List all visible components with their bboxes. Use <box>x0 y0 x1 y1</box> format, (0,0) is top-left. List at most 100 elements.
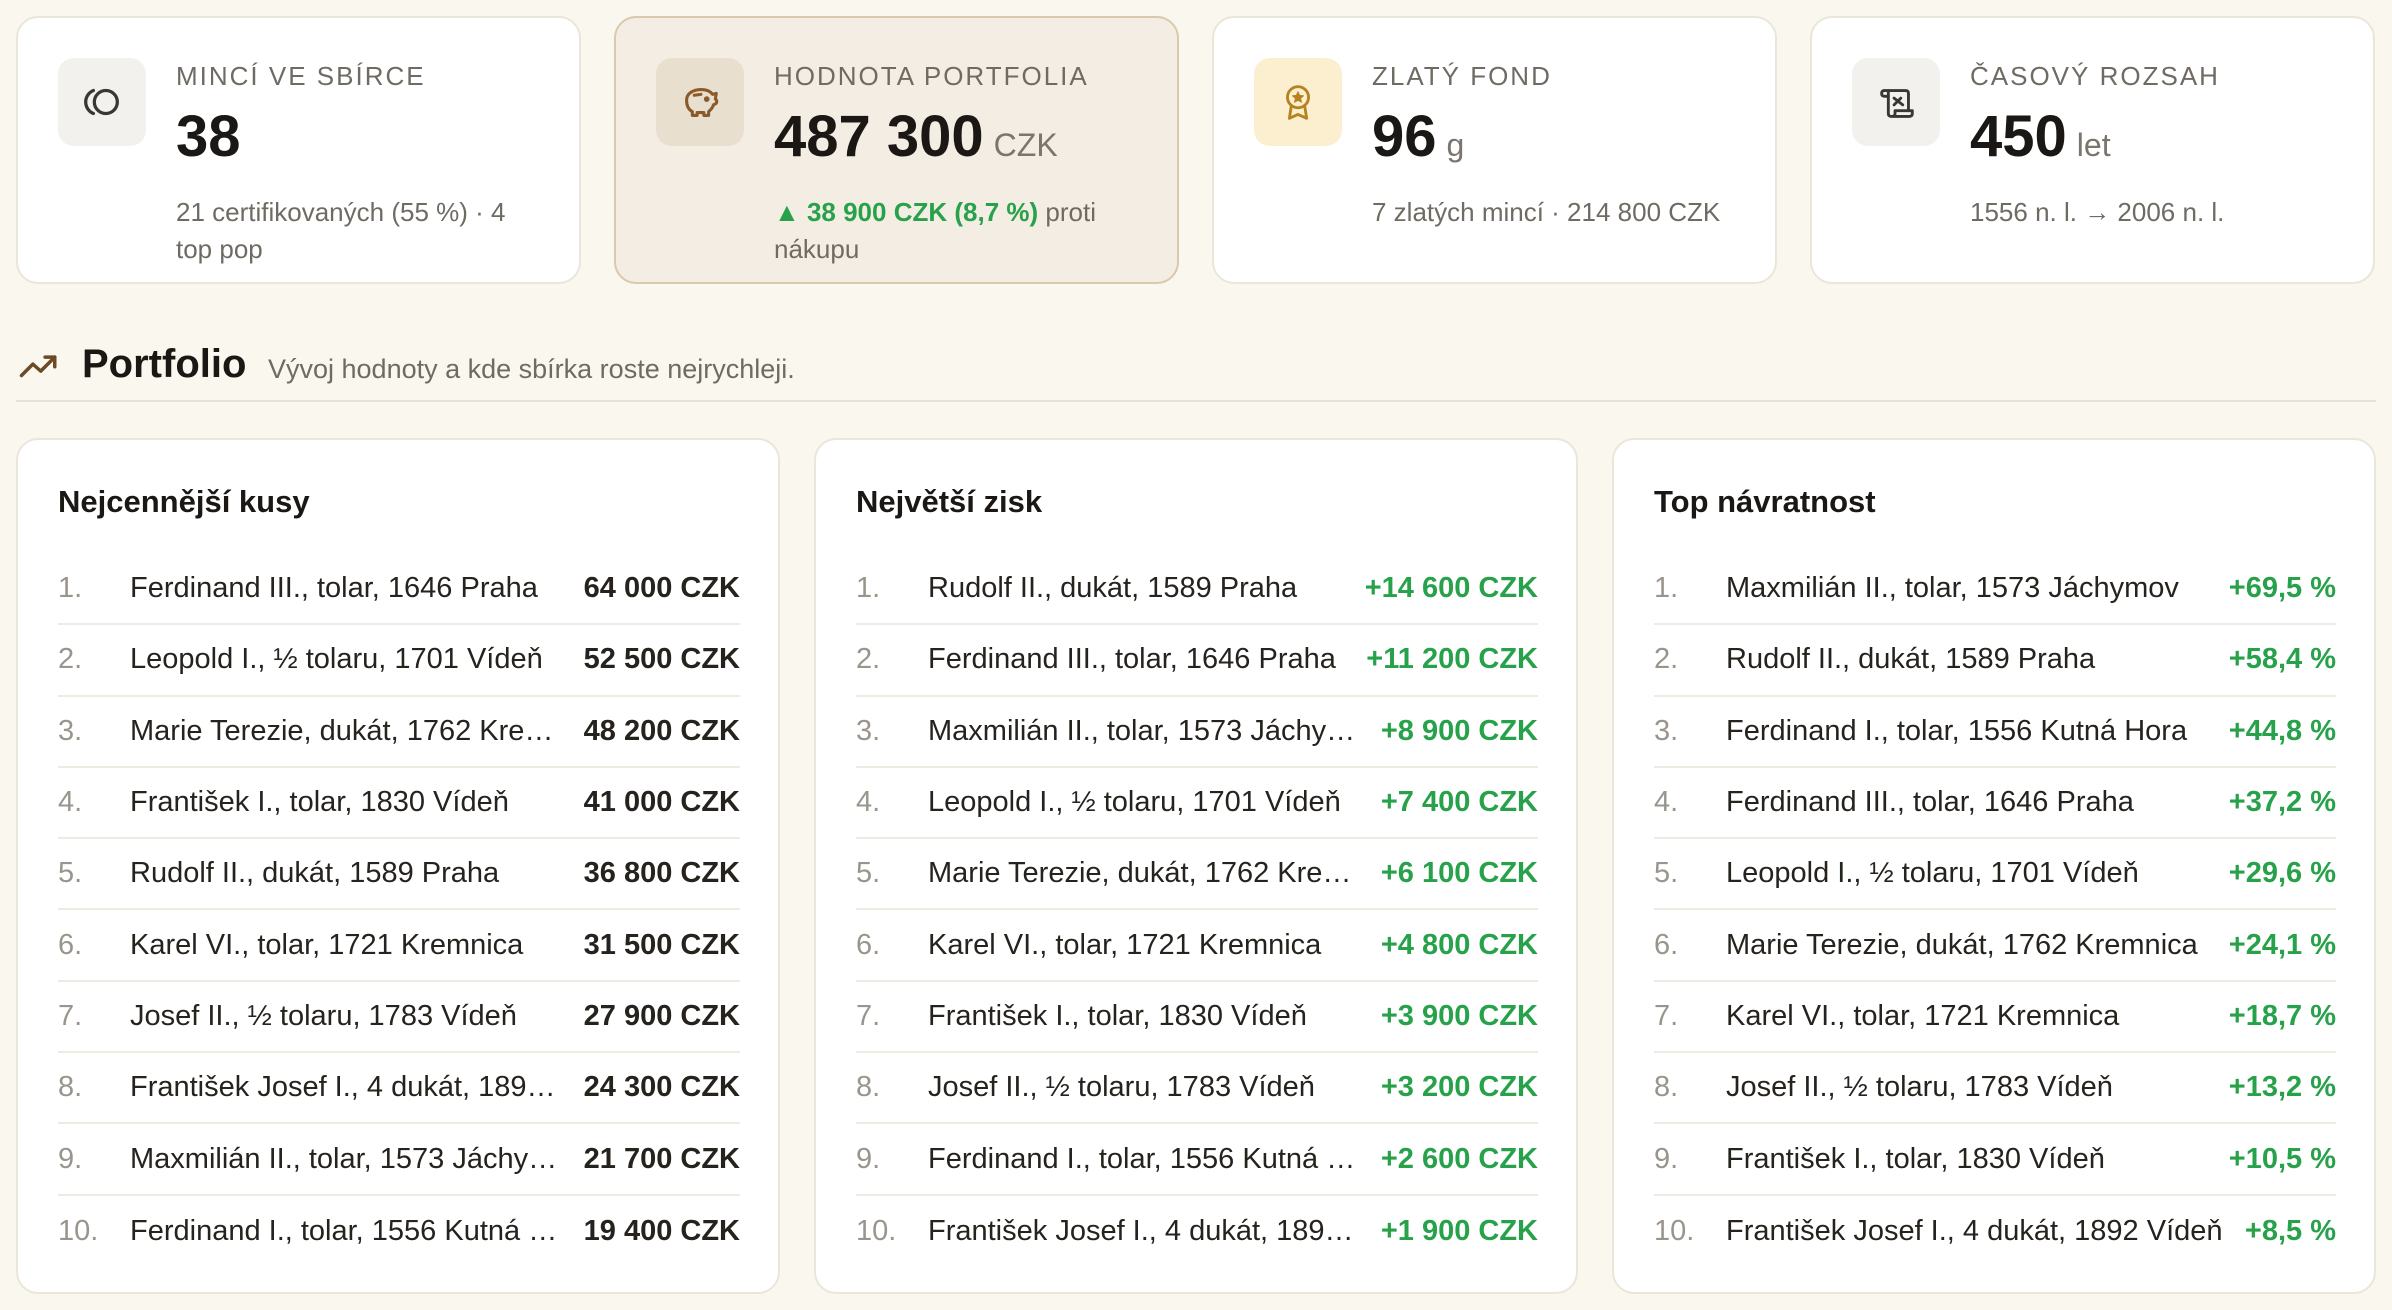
award-icon <box>1254 58 1342 146</box>
stat-label: MINCÍ VE SBÍRCE <box>176 61 426 91</box>
coin-name: Maxmilián II., tolar, 1573 Jáchymov <box>1726 572 2179 605</box>
coin-name: Rudolf II., dukát, 1589 Praha <box>1726 643 2096 676</box>
coin-value: +13,2 % <box>2228 1071 2336 1104</box>
table-row[interactable]: 1. Maxmilián II., tolar, 1573 Jáchymov +69… <box>1654 554 2336 626</box>
stat-unit: CZK <box>993 127 1058 163</box>
coin-name: Ferdinand III., tolar, 1646 Praha <box>1726 786 2134 819</box>
table-row[interactable]: 8. Josef II., ½ tolaru, 1783 Vídeň +13,2 % <box>1654 1053 2336 1125</box>
rank-number: 2. <box>856 643 881 676</box>
coin-value: +8 900 CZK <box>1380 714 1538 747</box>
stat-card-portfolio-value[interactable]: HODNOTA PORTFOLIA 487 300 CZK ▲ 38 900 CZ… <box>614 16 1179 284</box>
section-description: Vývoj hodnoty a kde sbírka roste nejrych… <box>268 354 795 384</box>
value-gain: ▲ 38 900 CZK (8,7 %) <box>774 197 1039 227</box>
rank-number: 8. <box>58 1071 83 1104</box>
coin-name: Marie Terezie, dukát, 1762 Kremnica <box>928 857 1381 890</box>
table-row[interactable]: 4. František I., tolar, 1830 Vídeň 41 000 … <box>58 768 740 840</box>
coin-name: Leopold I., ½ tolaru, 1701 Vídeň <box>1726 857 2139 890</box>
table-row[interactable]: 7. Karel VI., tolar, 1721 Kremnica +18,7 % <box>1654 982 2336 1054</box>
coin-name: Maxmilián II., tolar, 1573 Jáchymov <box>130 1142 583 1175</box>
coin-value: +14 600 CZK <box>1364 572 1538 605</box>
rank-number: 10. <box>1654 1214 1695 1247</box>
rank-number: 3. <box>1654 714 1679 747</box>
coin-value: +3 900 CZK <box>1380 999 1538 1032</box>
stat-card-gold-fund[interactable]: ZLATÝ FOND 96 g 7 zlatých mincí · 214 800… <box>1212 16 1777 284</box>
coin-name: Leopold I., ½ tolaru, 1701 Vídeň <box>928 786 1341 819</box>
rank-number: 6. <box>856 928 881 961</box>
table-row[interactable]: 5. Leopold I., ½ tolaru, 1701 Vídeň +29,6 … <box>1654 839 2336 911</box>
table-row[interactable]: 6. Karel VI., tolar, 1721 Kremnica 31 500 … <box>58 910 740 982</box>
table-row[interactable]: 2. Rudolf II., dukát, 1589 Praha +58,4 % <box>1654 625 2336 697</box>
coin-value: +37,2 % <box>2228 786 2336 819</box>
table-row[interactable]: 4. Leopold I., ½ tolaru, 1701 Vídeň +7 400… <box>856 768 1538 840</box>
table-row[interactable]: 9. Maxmilián II., tolar, 1573 Jáchymov 21 … <box>58 1124 740 1196</box>
table-row[interactable]: 8. František Josef I., 4 dukát, 1892 Víde… <box>58 1053 740 1125</box>
coin-name: Leopold I., ½ tolaru, 1701 Vídeň <box>130 643 543 676</box>
stat-card-time-span[interactable]: ČASOVÝ ROZSAH 450 let 1556 n. l. → 2006 n… <box>1810 16 2375 284</box>
rank-number: 10. <box>856 1214 897 1247</box>
rank-number: 8. <box>856 1071 881 1104</box>
panel-title: Největší zisk <box>856 484 1043 519</box>
table-row[interactable]: 6. Marie Terezie, dukát, 1762 Kremnica +24… <box>1654 910 2336 982</box>
rank-number: 8. <box>1654 1071 1679 1104</box>
table-row[interactable]: 9. Ferdinand I., tolar, 1556 Kutná Hora +2… <box>856 1124 1538 1196</box>
stat-card-coins[interactable]: MINCÍ VE SBÍRCE 38 21 certifikovaných (5… <box>16 16 581 284</box>
coin-name: Rudolf II., dukát, 1589 Praha <box>928 572 1298 605</box>
table-row[interactable]: 2. Leopold I., ½ tolaru, 1701 Vídeň 52 500… <box>58 625 740 697</box>
rank-number: 7. <box>1654 999 1679 1032</box>
coin-value: 64 000 CZK <box>583 572 740 605</box>
table-row[interactable]: 3. Ferdinand I., tolar, 1556 Kutná Hora +4… <box>1654 697 2336 768</box>
table-row[interactable]: 9. František I., tolar, 1830 Vídeň +10,5 % <box>1654 1124 2336 1196</box>
table-row[interactable]: 4. Ferdinand III., tolar, 1646 Praha +37,2… <box>1654 768 2336 840</box>
coin-value: 27 900 CZK <box>583 999 740 1032</box>
rank-number: 1. <box>1654 572 1679 605</box>
coin-value: 41 000 CZK <box>583 786 740 819</box>
table-row[interactable]: 8. Josef II., ½ tolaru, 1783 Vídeň +3 200 … <box>856 1053 1538 1125</box>
rank-number: 7. <box>58 999 83 1032</box>
coin-value: +58,4 % <box>2228 643 2336 676</box>
rank-number: 5. <box>58 857 83 890</box>
stat-value: 96 <box>1372 104 1437 169</box>
coin-value: +1 900 CZK <box>1380 1214 1538 1247</box>
table-row[interactable]: 5. Rudolf II., dukát, 1589 Praha 36 800 CZ… <box>58 839 740 911</box>
coin-value: +11 200 CZK <box>1366 643 1538 676</box>
coin-name: František I., tolar, 1830 Vídeň <box>130 786 509 819</box>
table-row[interactable]: 10. František Josef I., 4 dukát, 1892 Víd… <box>856 1196 1538 1267</box>
portfolio-section-header: Portfolio Vývoj hodnoty a kde sbírka ros… <box>16 336 2376 402</box>
table-row[interactable]: 1. Rudolf II., dukát, 1589 Praha +14 600 C… <box>856 554 1538 626</box>
rank-number: 9. <box>856 1142 881 1175</box>
table-row[interactable]: 10. František Josef I., 4 dukát, 1892 Víd… <box>1654 1196 2336 1267</box>
coin-name: Marie Terezie, dukát, 1762 Kremnica <box>130 714 584 747</box>
stat-subtext: 1556 n. l. → 2006 n. l. <box>1970 197 2225 227</box>
stat-label: ZLATÝ FOND <box>1372 61 1552 91</box>
stat-cards: MINCÍ VE SBÍRCE 38 21 certifikovaných (5… <box>16 16 2376 284</box>
table-row[interactable]: 2. Ferdinand III., tolar, 1646 Praha +11 2… <box>856 625 1538 697</box>
stat-subtext: 21 certifikovaných (55 %) · 4 top pop <box>176 197 506 264</box>
rank-number: 6. <box>58 928 83 961</box>
stat-value: 487 300 <box>774 104 984 169</box>
rank-list: 1. Rudolf II., dukát, 1589 Praha +14 600 C… <box>856 554 1538 1267</box>
table-row[interactable]: 1. Ferdinand III., tolar, 1646 Praha 64 00… <box>58 554 740 626</box>
coin-name: Ferdinand I., tolar, 1556 Kutná Hora <box>928 1142 1381 1175</box>
coin-value: +10,5 % <box>2228 1142 2336 1175</box>
table-row[interactable]: 3. Marie Terezie, dukát, 1762 Kremnica 48 … <box>58 697 740 768</box>
table-row[interactable]: 5. Marie Terezie, dukát, 1762 Kremnica +6 … <box>856 839 1538 911</box>
rank-number: 2. <box>58 643 83 676</box>
coin-value: +69,5 % <box>2228 572 2336 605</box>
coin-value: 21 700 CZK <box>583 1142 740 1175</box>
coin-name: Ferdinand III., tolar, 1646 Praha <box>130 572 538 605</box>
rank-number: 9. <box>1654 1142 1679 1175</box>
panel-most-valuable: Nejcennější kusy 1. Ferdinand III., tolar… <box>16 438 780 1294</box>
rank-number: 2. <box>1654 643 1679 676</box>
piggy-bank-icon <box>656 58 744 146</box>
table-row[interactable]: 7. František I., tolar, 1830 Vídeň +3 900 … <box>856 982 1538 1054</box>
coin-value: +24,1 % <box>2228 928 2336 961</box>
rank-number: 3. <box>58 714 83 747</box>
stat-label: ČASOVÝ ROZSAH <box>1970 61 2220 91</box>
table-row[interactable]: 10. Ferdinand I., tolar, 1556 Kutná Hora 1… <box>58 1196 740 1267</box>
coin-name: Rudolf II., dukát, 1589 Praha <box>130 857 500 890</box>
rank-number: 5. <box>856 857 881 890</box>
table-row[interactable]: 3. Maxmilián II., tolar, 1573 Jáchymov +8 … <box>856 697 1538 768</box>
table-row[interactable]: 7. Josef II., ½ tolaru, 1783 Vídeň 27 900 … <box>58 982 740 1054</box>
coin-value: +3 200 CZK <box>1380 1071 1538 1104</box>
table-row[interactable]: 6. Karel VI., tolar, 1721 Kremnica +4 800 … <box>856 910 1538 982</box>
